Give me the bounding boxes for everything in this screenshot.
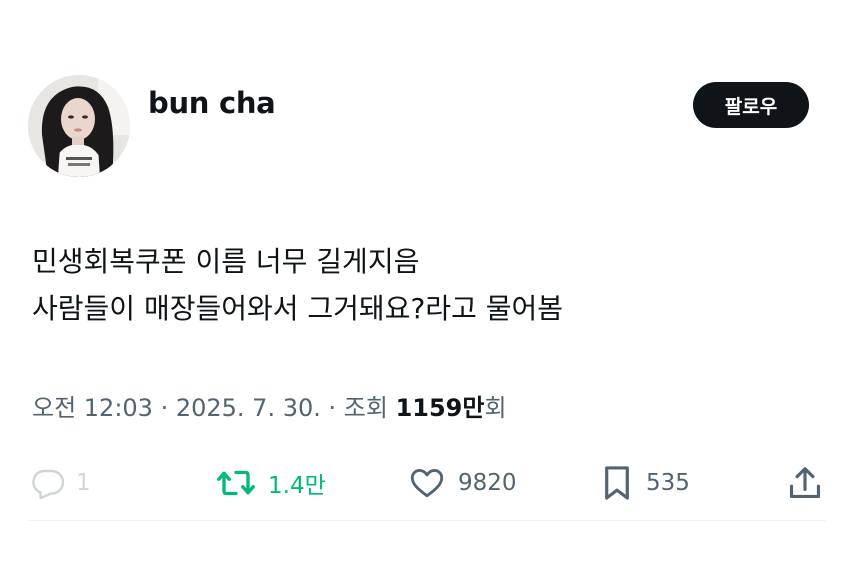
reply-bubble-icon (32, 469, 65, 500)
share-button[interactable] (786, 458, 824, 508)
tweet-date[interactable]: 2025. 7. 30. (176, 394, 321, 422)
tweet-text-line: 사람들이 매장들어와서 그거돼요?라고 물어봄 (32, 292, 564, 325)
action-bar: 1 1.4만 9820 535 (0, 458, 854, 508)
reply-count: 1 (76, 470, 91, 496)
divider (28, 520, 826, 521)
tweet-text-line: 민생회복쿠폰 이름 너무 길게지음 (32, 245, 420, 278)
reply-button[interactable]: 1 (30, 458, 91, 508)
bookmark-icon (605, 466, 629, 500)
like-count: 9820 (458, 470, 517, 496)
avatar[interactable] (28, 75, 130, 177)
username[interactable]: bun cha (148, 86, 276, 120)
heart-icon (410, 468, 444, 498)
follow-button[interactable]: 팔로우 (693, 82, 809, 128)
tweet-card: bun cha 팔로우 민생회복쿠폰 이름 너무 길게지음 사람들이 매장들어와… (0, 0, 854, 567)
tweet-meta: 오전 12:03 · 2025. 7. 30. · 조회 1159만회 (32, 388, 507, 423)
views-prefix: 조회 (343, 394, 396, 422)
retweet-icon (217, 470, 255, 496)
views-suffix: 회 (484, 394, 507, 422)
like-button[interactable]: 9820 (408, 458, 517, 508)
views-count[interactable]: 1159만 (396, 394, 485, 422)
tweet-text: 민생회복쿠폰 이름 너무 길게지음 사람들이 매장들어와서 그거돼요?라고 물어… (32, 238, 822, 332)
avatar-image (28, 75, 130, 177)
bookmark-button[interactable]: 535 (600, 458, 690, 508)
retweet-count: 1.4만 (268, 473, 326, 499)
share-upload-icon (789, 467, 821, 499)
tweet-time[interactable]: 오전 12:03 (32, 394, 153, 422)
meta-separator: · (152, 394, 176, 422)
retweet-button[interactable]: 1.4만 (216, 458, 326, 508)
bookmark-count: 535 (646, 470, 690, 496)
meta-separator: · (320, 394, 344, 422)
